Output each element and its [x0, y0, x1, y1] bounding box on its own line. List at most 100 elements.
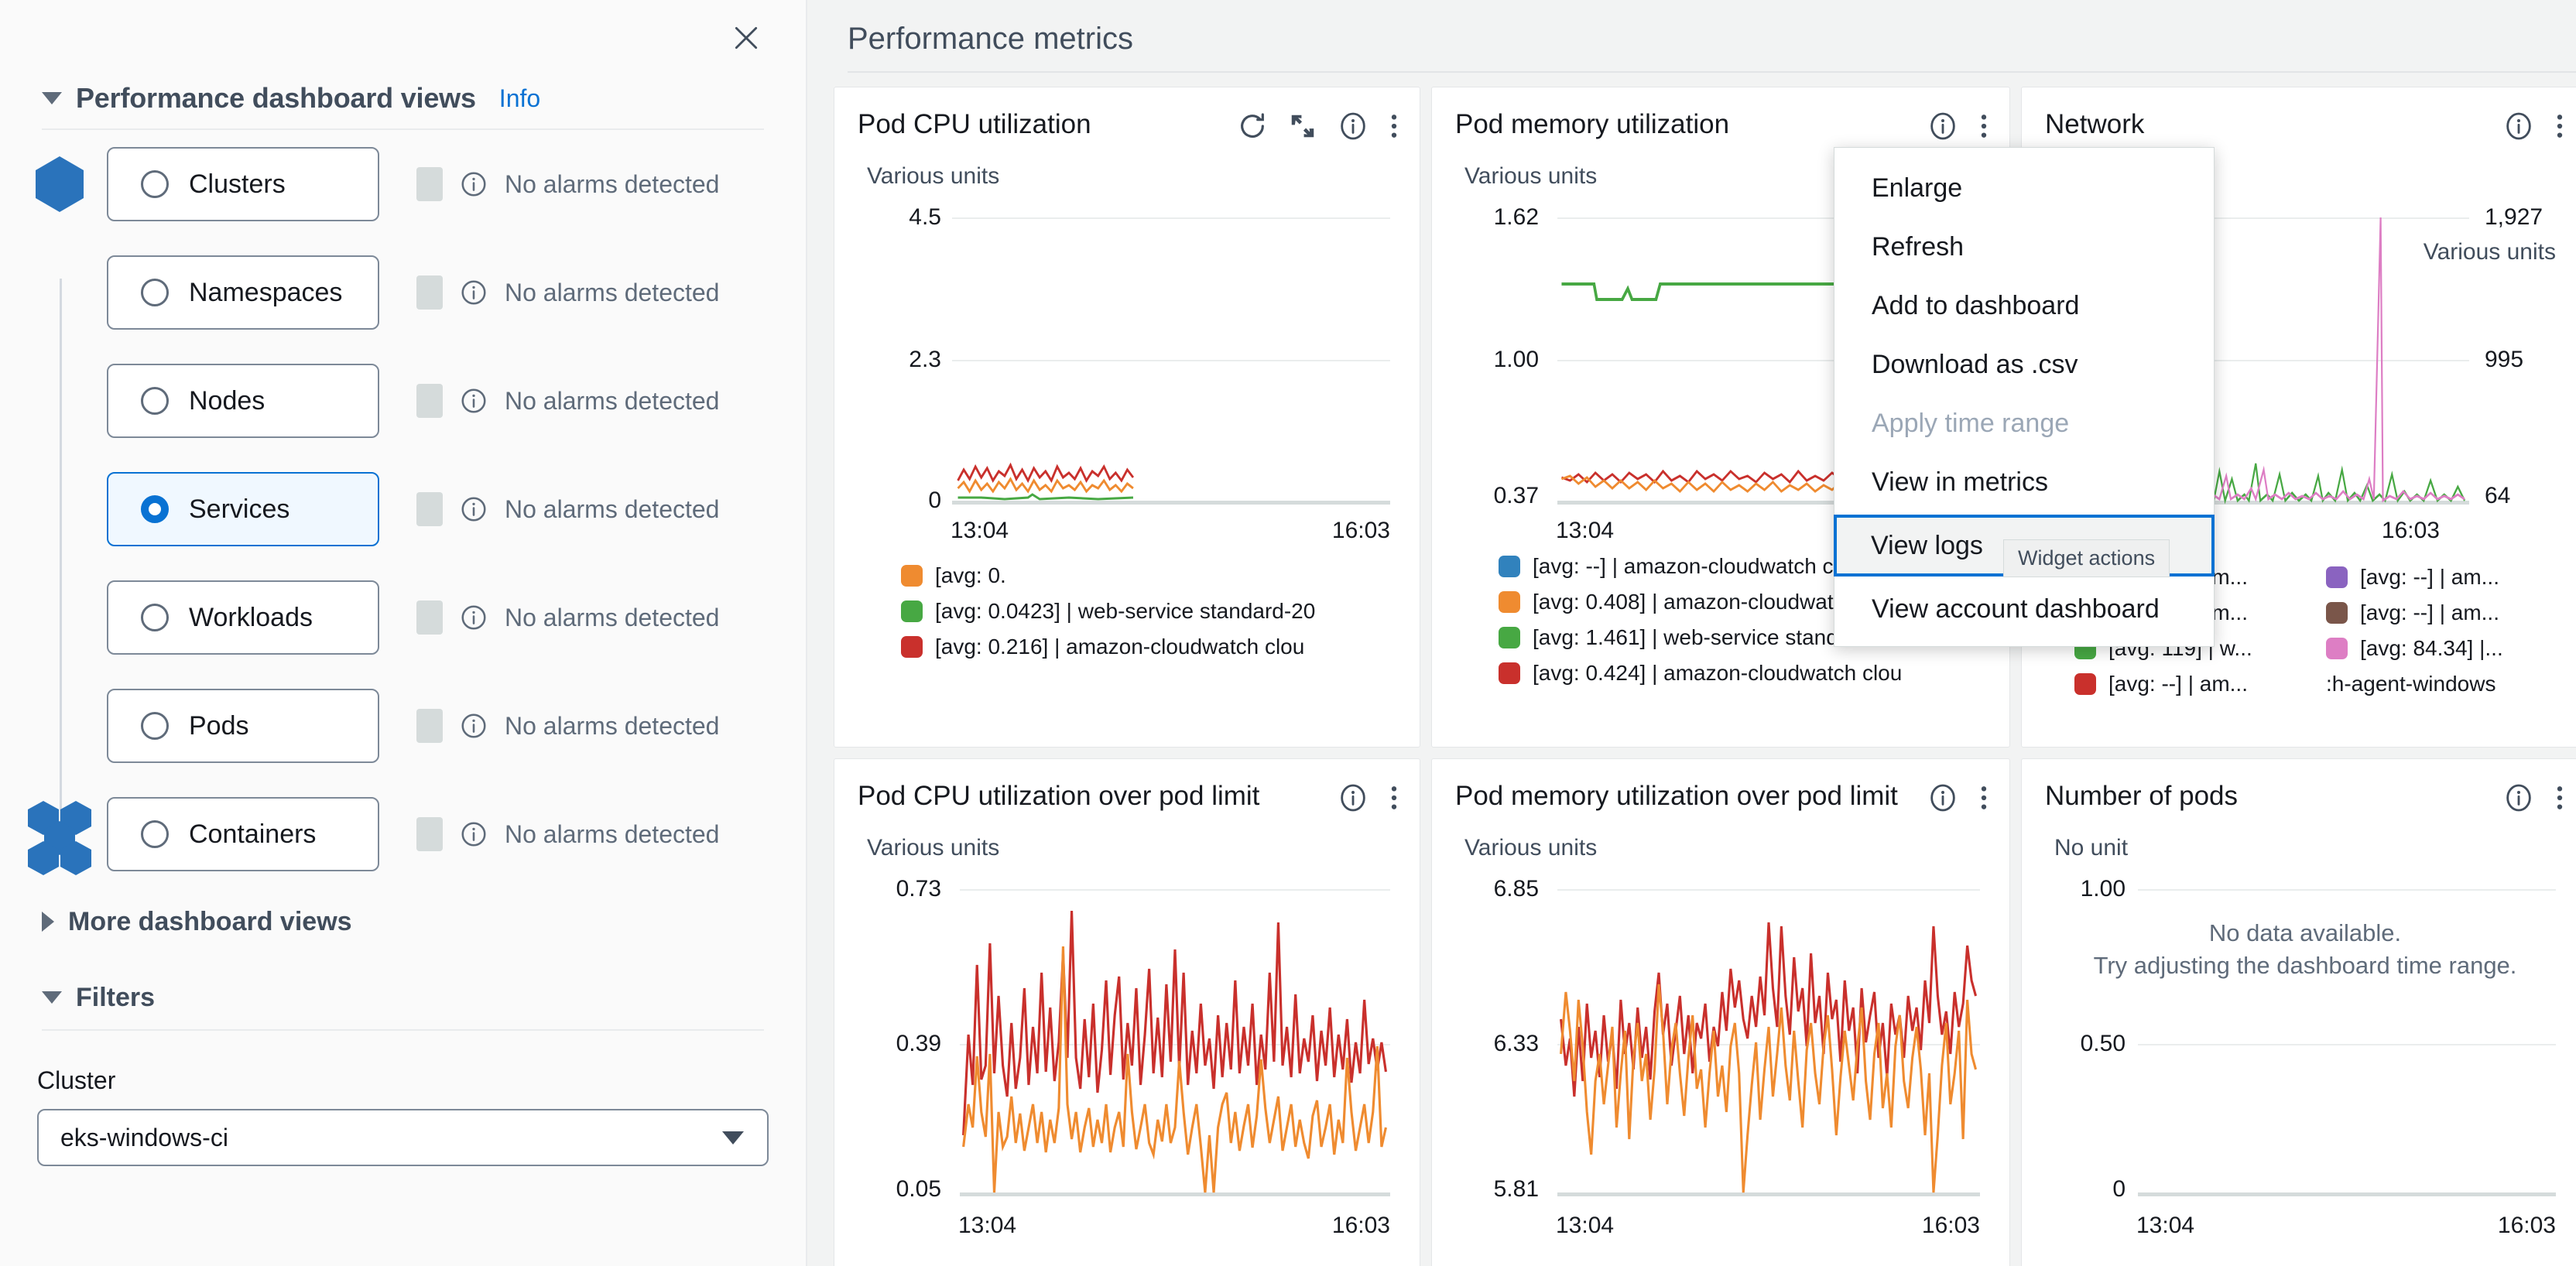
- enlarge-icon[interactable]: [1288, 111, 1317, 141]
- y-axis-units: Various units: [834, 835, 1420, 861]
- legend-item[interactable]: [avg: 84.34] |...: [2326, 631, 2576, 666]
- info-icon[interactable]: [460, 712, 488, 740]
- menu-item-view-in-metrics[interactable]: View in metrics: [1834, 453, 2214, 512]
- radio-option-services[interactable]: Services: [107, 472, 379, 546]
- legend-item[interactable]: [avg: --] | am...: [2326, 595, 2576, 631]
- performance-dashboard-views-header[interactable]: Performance dashboard views Info: [0, 82, 806, 115]
- alarm-swatch: [416, 817, 443, 851]
- refresh-icon[interactable]: [1237, 111, 1268, 142]
- radio-icon: [141, 170, 169, 198]
- info-icon[interactable]: [1338, 782, 1368, 813]
- chart-number-of-pods: No unit 1.00 0.50 0 No data available. T…: [2022, 821, 2576, 1239]
- y-tick: 0: [2054, 1176, 2126, 1203]
- info-icon[interactable]: [460, 387, 488, 415]
- sidebar-item-workloads[interactable]: Workloads No alarms detected: [0, 580, 806, 655]
- x-axis-baseline: [2138, 1192, 2556, 1196]
- alarm-status: No alarms detected: [416, 275, 719, 310]
- legend-label: [avg: 0.: [935, 563, 1006, 588]
- legend-swatch: [901, 636, 923, 658]
- info-icon[interactable]: [2503, 782, 2534, 813]
- sidebar-item-clusters[interactable]: Clusters No alarms detected: [0, 147, 806, 221]
- alarm-text: No alarms detected: [505, 604, 719, 632]
- filters-toggle[interactable]: Filters: [0, 981, 806, 1014]
- radio-option-clusters[interactable]: Clusters: [107, 147, 379, 221]
- radio-option-workloads[interactable]: Workloads: [107, 580, 379, 655]
- radio-option-nodes[interactable]: Nodes: [107, 364, 379, 438]
- more-actions-icon[interactable]: [1978, 782, 1989, 813]
- divider: [42, 1029, 764, 1031]
- sidebar-item-containers[interactable]: Containers No alarms detected: [0, 797, 806, 871]
- info-icon[interactable]: [460, 170, 488, 198]
- plot-area: 6.85 6.33 5.81: [1464, 880, 1980, 1205]
- alarm-status: No alarms detected: [416, 384, 719, 418]
- legend-item[interactable]: [avg: 0.424] | amazon-cloudwatch clou: [1499, 655, 1995, 691]
- widget-title: Pod CPU utilization: [858, 109, 1091, 140]
- tooltip: Widget actions: [2003, 539, 2170, 577]
- info-icon[interactable]: [1927, 782, 1958, 813]
- cluster-hex-icon: [0, 156, 107, 212]
- widget-pod-memory-utilization-over-pod-limit: Pod memory utilization over pod limit: [1431, 758, 2010, 1266]
- legend-swatch: [901, 565, 923, 587]
- legend-item[interactable]: [avg: 0.216] | amazon-cloudwatch clou: [901, 629, 1406, 665]
- widget-actions: [1927, 109, 1989, 142]
- more-actions-icon[interactable]: [1389, 111, 1399, 142]
- y-tick: 0.39: [867, 1031, 941, 1057]
- sidebar-item-pods[interactable]: Pods No alarms detected: [0, 689, 806, 763]
- menu-item-refresh[interactable]: Refresh: [1834, 217, 2214, 276]
- info-icon[interactable]: [1927, 111, 1958, 142]
- sidebar-item-label: Nodes: [189, 386, 265, 416]
- radio-option-pods[interactable]: Pods: [107, 689, 379, 763]
- x-axis-labels: 13:04 16:03: [951, 518, 1390, 544]
- sidebar-item-services[interactable]: Services No alarms detected: [0, 472, 806, 546]
- legend-label: [avg: --] | am...: [2108, 672, 2248, 696]
- alarm-text: No alarms detected: [505, 170, 719, 199]
- more-actions-icon[interactable]: [1978, 111, 1989, 142]
- info-link[interactable]: Info: [499, 84, 540, 113]
- radio-option-containers[interactable]: Containers: [107, 797, 379, 871]
- menu-item-add-to-dashboard[interactable]: Add to dashboard: [1834, 276, 2214, 335]
- menu-item-download-as-csv[interactable]: Download as .csv: [1834, 335, 2214, 394]
- info-icon[interactable]: [2503, 111, 2534, 142]
- legend-swatch: [2326, 602, 2348, 624]
- series-lines: [960, 880, 1390, 1205]
- info-icon[interactable]: [460, 495, 488, 523]
- more-actions-icon[interactable]: [2554, 782, 2565, 813]
- legend-item[interactable]: [avg: --] | am...: [2074, 666, 2326, 702]
- radio-option-namespaces[interactable]: Namespaces: [107, 255, 379, 330]
- legend-item[interactable]: [avg: --] | am...: [2326, 559, 2576, 595]
- chevron-down-icon[interactable]: [42, 92, 62, 104]
- info-icon[interactable]: [460, 279, 488, 306]
- info-icon[interactable]: [460, 604, 488, 631]
- menu-item-view-account-dashboard[interactable]: View account dashboard: [1834, 580, 2214, 638]
- x-tick: 16:03: [2498, 1213, 2556, 1239]
- sidebar-item-nodes[interactable]: Nodes No alarms detected: [0, 364, 806, 438]
- legend-item-overflow: :h-agent-windows: [2326, 666, 2576, 702]
- legend-item[interactable]: [avg: 0.: [901, 558, 1406, 594]
- more-dashboard-views-toggle[interactable]: More dashboard views: [0, 905, 806, 938]
- alarm-status: No alarms detected: [416, 817, 719, 851]
- legend-swatch: [2074, 673, 2096, 695]
- alarm-swatch: [416, 600, 443, 635]
- legend-item[interactable]: [avg: 0.0423] | web-service standard-20: [901, 594, 1406, 629]
- more-actions-icon[interactable]: [2554, 111, 2565, 142]
- close-icon[interactable]: [725, 17, 767, 59]
- chevron-down-icon[interactable]: [42, 991, 62, 1004]
- radio-icon: [141, 712, 169, 740]
- widget-title: Pod memory utilization: [1455, 109, 1729, 140]
- legend-label: [avg: --] | am...: [2360, 600, 2499, 625]
- chevron-right-icon[interactable]: [42, 912, 54, 932]
- y-tick: 0.05: [867, 1176, 941, 1203]
- info-icon[interactable]: [1338, 111, 1368, 142]
- more-actions-icon[interactable]: [1389, 782, 1399, 813]
- sidebar-item-label: Pods: [189, 711, 249, 741]
- y-tick: 6.33: [1464, 1031, 1539, 1057]
- sidebar-item-namespaces[interactable]: Namespaces No alarms detected: [0, 255, 806, 330]
- info-icon[interactable]: [460, 820, 488, 848]
- widget-header: Pod memory utilization over pod limit: [1432, 759, 2009, 821]
- sidebar-item-label: Workloads: [189, 603, 313, 633]
- widget-grid: Pod CPU utilization: [807, 73, 2576, 1266]
- alarm-status: No alarms detected: [416, 492, 719, 526]
- menu-item-enlarge[interactable]: Enlarge: [1834, 159, 2214, 217]
- legend-swatch: [1499, 591, 1520, 613]
- cluster-select[interactable]: eks-windows-ci: [37, 1109, 769, 1166]
